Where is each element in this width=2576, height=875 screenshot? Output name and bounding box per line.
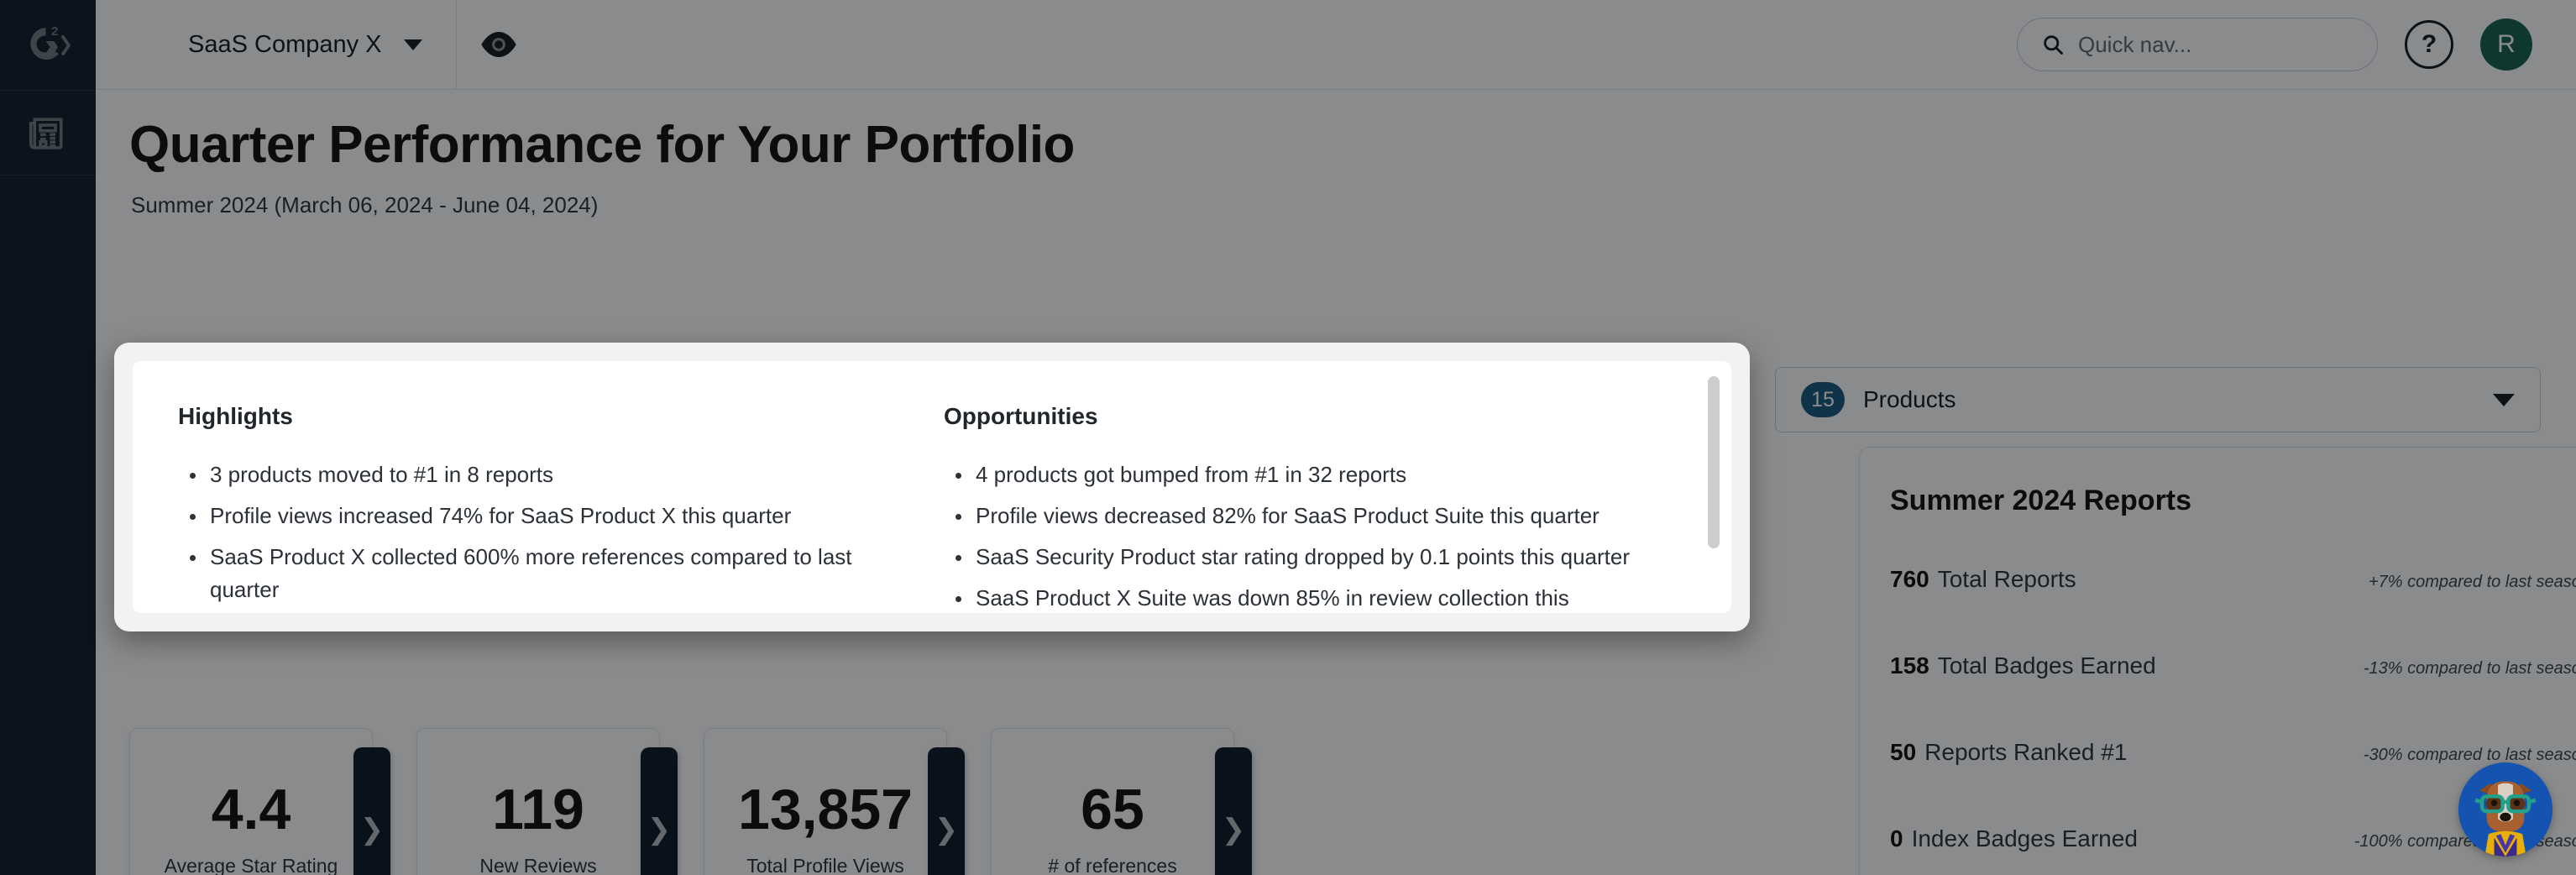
modal-scrollbar[interactable] bbox=[1708, 376, 1720, 605]
highlights-column: Highlights 3 products moved to #1 in 8 r… bbox=[178, 403, 919, 613]
app-root: 2 SaaS Company X Quick nav... ? R Quarte… bbox=[0, 0, 2576, 875]
opportunities-column: Opportunities 4 products got bumped from… bbox=[944, 403, 1684, 613]
list-item: 3 products moved to #1 in 8 reports bbox=[178, 458, 875, 491]
modal-scrollbar-thumb[interactable] bbox=[1708, 376, 1720, 548]
opportunities-list: 4 products got bumped from #1 in 32 repo… bbox=[944, 458, 1684, 613]
list-item: Profile views decreased 82% for SaaS Pro… bbox=[944, 500, 1641, 532]
mascot-avatar-icon bbox=[2458, 762, 2552, 857]
list-item: SaaS Security Product star rating droppe… bbox=[944, 541, 1641, 574]
insights-modal-body: Highlights 3 products moved to #1 in 8 r… bbox=[133, 361, 1731, 613]
opportunities-heading: Opportunities bbox=[944, 403, 1098, 429]
list-item: 4 products got bumped from #1 in 32 repo… bbox=[944, 458, 1641, 491]
list-item: SaaS Product X Suite was down 85% in rev… bbox=[944, 582, 1641, 613]
list-item: Profile views increased 74% for SaaS Pro… bbox=[178, 500, 875, 532]
chat-assistant-button[interactable] bbox=[2458, 762, 2552, 857]
highlights-list: 3 products moved to #1 in 8 reports Profi… bbox=[178, 458, 919, 613]
highlights-heading: Highlights bbox=[178, 403, 293, 429]
insights-modal: Highlights 3 products moved to #1 in 8 r… bbox=[114, 343, 1750, 631]
list-item: SaaS Product X collected 600% more refer… bbox=[178, 541, 875, 606]
